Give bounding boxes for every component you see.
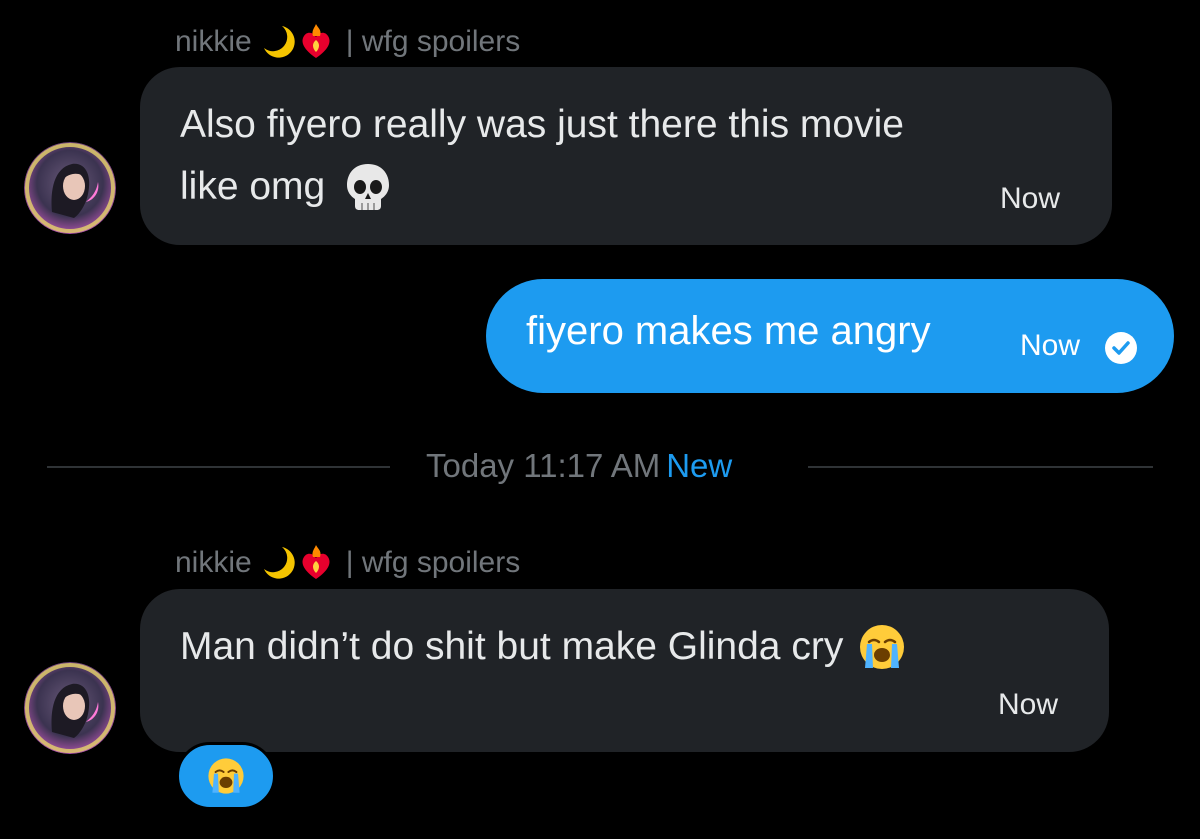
divider-line-right bbox=[808, 466, 1153, 468]
crying-face-svg bbox=[208, 758, 244, 794]
new-badge: New bbox=[666, 447, 733, 484]
avatar[interactable] bbox=[24, 662, 116, 754]
date-divider: Today 11:17 AM New bbox=[426, 447, 732, 485]
avatar-image bbox=[24, 662, 116, 754]
moon-heart-fire-svg bbox=[263, 24, 330, 58]
check-circle-icon bbox=[1104, 331, 1138, 370]
message-text-line-2-wrapper: like omg bbox=[180, 156, 395, 218]
moon-heart-fire-icon bbox=[260, 543, 338, 583]
sender-suffix: | wfg spoilers bbox=[345, 546, 521, 579]
message-bubble-incoming[interactable]: Also fiyero really was just there this m… bbox=[140, 67, 1112, 245]
sender-label: nikkie | wfg spoilers bbox=[175, 22, 520, 62]
sender-label: nikkie | wfg spoilers bbox=[175, 543, 520, 583]
loudly-crying-emoji-icon bbox=[857, 622, 907, 672]
message-text-wrapper: Man didn’t do shit but make Glinda cry bbox=[180, 616, 907, 678]
moon-heart-fire-icon bbox=[260, 22, 338, 62]
reaction-badge[interactable] bbox=[176, 742, 276, 810]
message-time: Now bbox=[1000, 182, 1061, 215]
divider-line-left bbox=[47, 466, 390, 468]
message-text-line-2: like omg bbox=[180, 165, 326, 208]
avatar[interactable] bbox=[24, 142, 116, 234]
crying-face-svg bbox=[860, 625, 905, 669]
avatar-image bbox=[24, 142, 116, 234]
skull-svg bbox=[347, 164, 390, 210]
moon-heart-fire-svg bbox=[263, 545, 330, 579]
date-divider-label: Today 11:17 AM bbox=[426, 447, 661, 484]
message-time: Now bbox=[998, 688, 1059, 721]
sender-name: nikkie bbox=[175, 25, 252, 58]
sender-name: nikkie bbox=[175, 546, 252, 579]
message-bubble-incoming[interactable]: Man didn’t do shit but make Glinda cry N… bbox=[140, 589, 1109, 752]
check-circle-svg bbox=[1105, 332, 1137, 364]
message-time: Now bbox=[1020, 329, 1081, 362]
sender-suffix: | wfg spoilers bbox=[345, 25, 521, 58]
skull-emoji-icon bbox=[341, 160, 395, 214]
message-bubble-outgoing[interactable]: fiyero makes me angry Now bbox=[486, 279, 1174, 393]
message-text-line-1: Also fiyero really was just there this m… bbox=[180, 103, 904, 146]
message-text: Man didn’t do shit but make Glinda cry bbox=[180, 625, 844, 668]
message-text: fiyero makes me angry bbox=[526, 309, 931, 353]
loudly-crying-emoji-icon bbox=[206, 756, 246, 796]
